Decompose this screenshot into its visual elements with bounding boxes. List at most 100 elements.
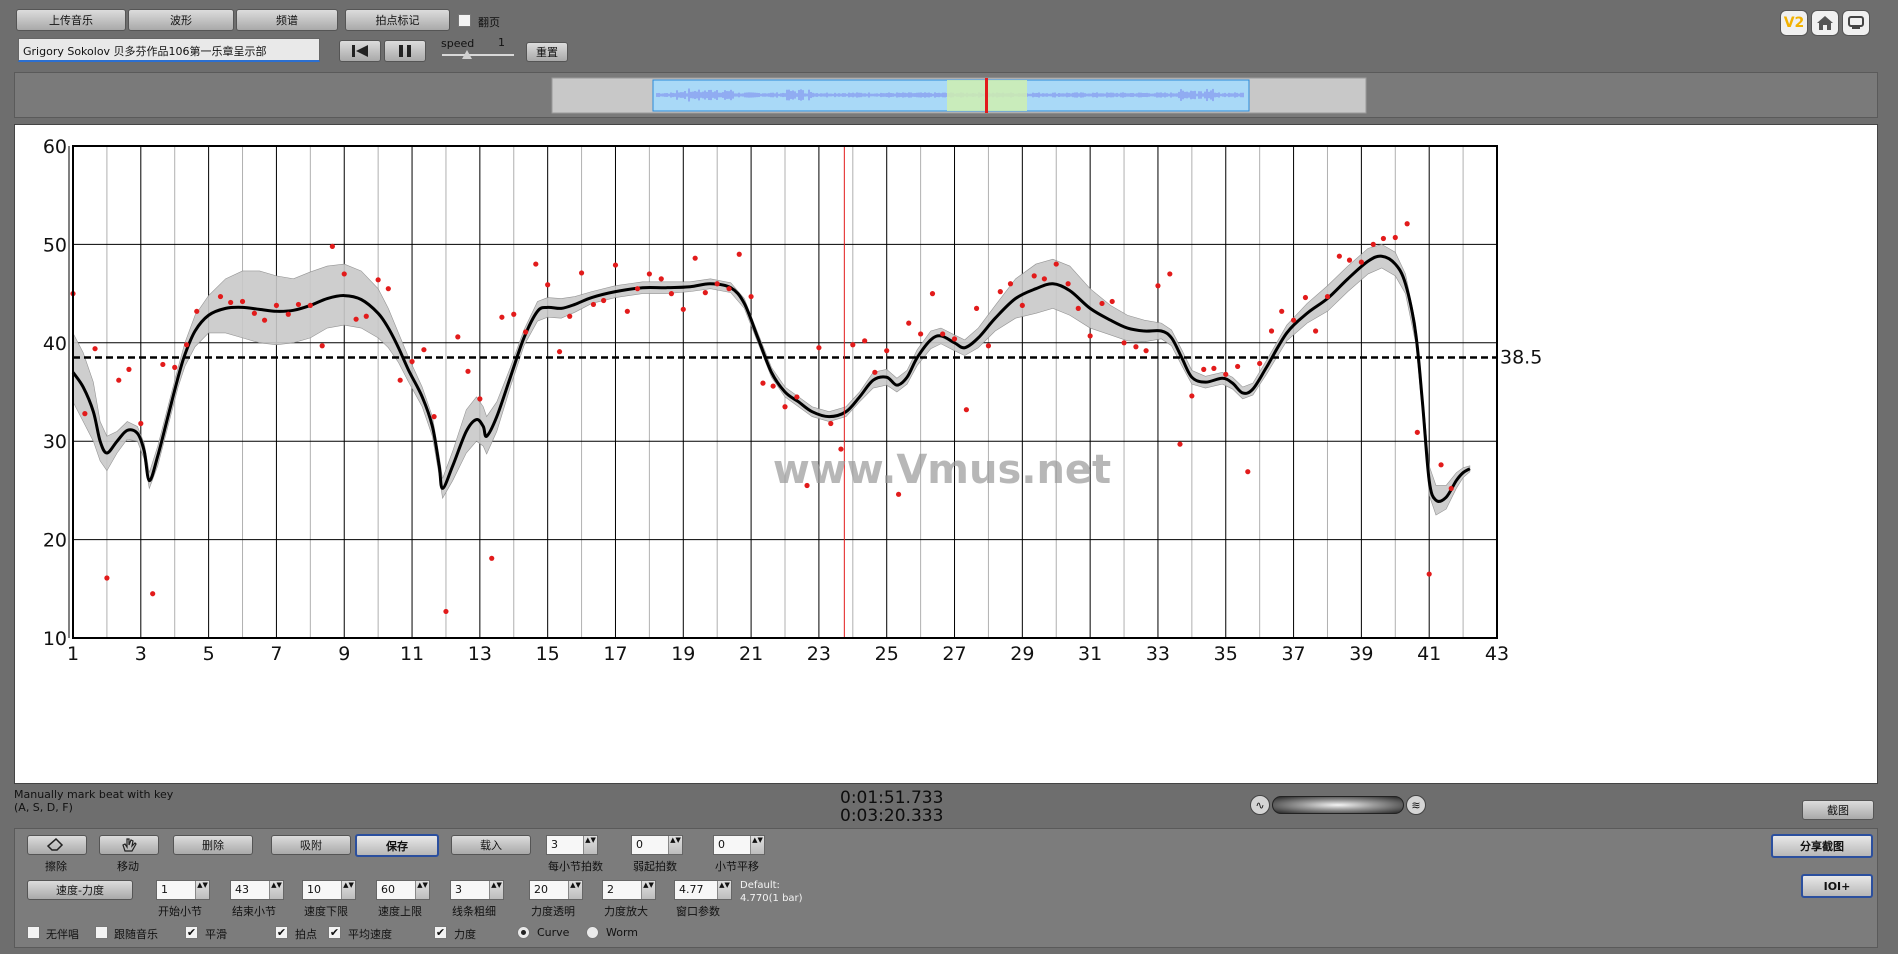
beat-point[interactable] (1031, 273, 1037, 279)
v2-badge-icon[interactable]: V2 (1780, 10, 1808, 36)
beat-point[interactable] (951, 336, 958, 342)
beat-point[interactable] (692, 255, 698, 261)
window-param-stepper[interactable]: 4.77 ▲▼ (674, 880, 732, 900)
zoom-out-waveform-icon[interactable]: ≋ (1406, 795, 1426, 815)
beat-point[interactable] (862, 338, 868, 344)
beat-point[interactable] (307, 302, 313, 309)
beat-point[interactable] (1380, 235, 1387, 242)
fullscreen-button[interactable] (1842, 10, 1870, 36)
snap-button[interactable]: 吸附 (271, 835, 351, 855)
beat-point[interactable] (1223, 371, 1229, 377)
spectrum-button[interactable]: 频谱 (236, 9, 338, 31)
beat-point[interactable] (273, 302, 280, 309)
beat-point[interactable] (545, 282, 551, 288)
beat-point[interactable] (1155, 283, 1161, 289)
screenshot-button[interactable]: 截图 (1802, 800, 1874, 820)
beat-point[interactable] (1290, 317, 1297, 323)
beat-point[interactable] (499, 314, 505, 320)
share-screenshot-button[interactable]: 分享截图 (1771, 834, 1873, 858)
beat-point[interactable] (1336, 253, 1342, 259)
speed-slider-thumb[interactable] (462, 50, 472, 59)
beat-point[interactable] (1346, 257, 1353, 263)
zoom-slider-track[interactable] (1272, 796, 1404, 814)
beat-point[interactable] (794, 394, 800, 400)
overview-playhead[interactable] (985, 78, 988, 113)
stepper-arrows-icon[interactable]: ▲▼ (415, 881, 429, 899)
beat-point[interactable] (194, 308, 200, 314)
beat-point[interactable] (634, 286, 641, 292)
beat-point[interactable] (329, 243, 335, 249)
tempo-chart[interactable]: 38.5 1 3 5 7 9 11 13 15 17 19 21 23 25 27 29 31 33 35 37 39… (15, 125, 1879, 785)
stepper-arrows-icon[interactable]: ▲▼ (269, 881, 283, 899)
beat-point[interactable] (973, 305, 980, 311)
beat-point[interactable] (477, 396, 483, 402)
beat-point[interactable] (1279, 308, 1285, 314)
beat-point[interactable] (1065, 281, 1071, 287)
beat-point[interactable] (680, 306, 686, 312)
beat-point[interactable] (172, 364, 178, 370)
beat-point[interactable] (261, 317, 268, 323)
upload-music-button[interactable]: 上传音乐 (16, 9, 126, 31)
beat-point[interactable] (760, 380, 766, 386)
beat-point[interactable] (1426, 571, 1432, 577)
beat-point[interactable] (1053, 261, 1059, 267)
beat-point[interactable] (1324, 293, 1331, 300)
dynamics-checkbox[interactable]: ✔ (434, 926, 447, 939)
line-width-stepper[interactable]: 3 ▲▼ (450, 880, 504, 900)
stepper-arrows-icon[interactable]: ▲▼ (583, 836, 597, 854)
beat-point[interactable] (533, 261, 539, 267)
beat-point[interactable] (567, 313, 573, 319)
tempo-max-stepper[interactable]: 60 ▲▼ (376, 880, 430, 900)
beat-point[interactable] (183, 342, 190, 348)
end-bar-stepper[interactable]: 43 ▲▼ (230, 880, 284, 900)
beat-point[interactable] (624, 308, 630, 314)
beat-point[interactable] (217, 293, 224, 300)
beat-point[interactable] (668, 291, 675, 297)
beat-point[interactable] (385, 286, 391, 292)
beat-point[interactable] (1087, 333, 1093, 339)
smooth-checkbox[interactable]: ✔ (185, 926, 198, 939)
beat-point[interactable] (1211, 365, 1217, 371)
beat-point[interactable] (1235, 363, 1241, 370)
beat-point[interactable] (1358, 259, 1364, 265)
waveform-overview-canvas[interactable] (15, 73, 1879, 119)
beat-point[interactable] (612, 262, 619, 268)
beat-point[interactable] (319, 343, 325, 349)
beat-point[interactable] (409, 358, 415, 365)
beat-point[interactable] (702, 290, 708, 296)
beat-point[interactable] (884, 348, 890, 354)
beat-point[interactable] (160, 361, 166, 368)
beat-point[interactable] (1121, 340, 1127, 346)
beat-point[interactable] (1133, 344, 1139, 350)
beat-point[interactable] (251, 310, 257, 316)
home-button[interactable] (1811, 10, 1839, 36)
zoom-slider[interactable]: ∿ ≋ (1250, 793, 1426, 817)
speed-slider[interactable] (442, 50, 514, 59)
beat-point[interactable] (1245, 469, 1251, 475)
beat-point[interactable] (748, 293, 754, 300)
music-title-field[interactable]: Grigory Sokolov 贝多芬作品106第一乐章呈示部 (18, 38, 320, 62)
beat-point[interactable] (341, 271, 347, 277)
beat-points-checkbox[interactable]: ✔ (275, 926, 288, 939)
beat-point[interactable] (138, 420, 144, 427)
beat-point[interactable] (489, 555, 495, 561)
beat-point[interactable] (363, 313, 369, 319)
follow-music-checkbox[interactable] (95, 926, 108, 939)
beat-point[interactable] (511, 311, 517, 317)
beat-point[interactable] (1167, 271, 1173, 277)
bar-shift-stepper[interactable]: 0 ▲▼ (713, 835, 765, 855)
ioi-plus-button[interactable]: IOI+ (1801, 874, 1873, 898)
beat-point[interactable] (556, 349, 563, 355)
delete-button[interactable]: 删除 (173, 835, 253, 855)
stepper-arrows-icon[interactable]: ▲▼ (641, 881, 655, 899)
beat-point[interactable] (646, 271, 652, 277)
beat-point[interactable] (726, 286, 732, 292)
beat-point[interactable] (82, 411, 88, 417)
beat-point[interactable] (816, 345, 822, 351)
beat-point[interactable] (1370, 241, 1376, 247)
beat-point[interactable] (375, 277, 381, 283)
beat-point[interactable] (465, 368, 471, 374)
beat-point[interactable] (1448, 485, 1454, 492)
beat-point[interactable] (1302, 294, 1309, 301)
pause-button[interactable] (384, 40, 426, 62)
